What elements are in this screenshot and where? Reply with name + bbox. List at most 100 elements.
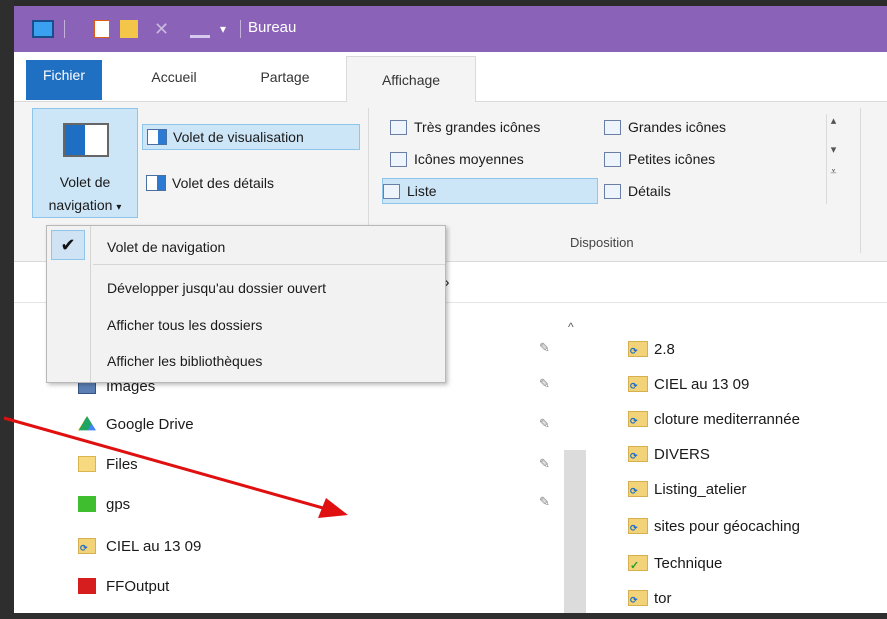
menu-check-column: ✔ bbox=[47, 226, 91, 382]
tab-accueil[interactable]: Accueil bbox=[134, 52, 214, 102]
nav-item-label: CIEL au 13 09 bbox=[106, 537, 202, 555]
layout-large-icons[interactable]: Grandes icônes bbox=[604, 114, 726, 140]
layout-small-icons[interactable]: Petites icônes bbox=[604, 146, 715, 172]
title-bar: ✕ ▾ Bureau bbox=[14, 6, 887, 52]
list-item[interactable]: ⟳ Listing_atelier bbox=[628, 476, 747, 502]
details-pane-button[interactable]: Volet des détails bbox=[142, 170, 322, 196]
sync-folder-icon: ⟳ bbox=[78, 538, 96, 554]
list-item[interactable]: ⟳ 2.8 bbox=[628, 336, 675, 362]
navigation-scrollbar[interactable]: ^ bbox=[564, 320, 586, 613]
nav-item-label: gps bbox=[106, 495, 131, 513]
preview-pane-icon bbox=[147, 129, 167, 145]
layout-label: Détails bbox=[628, 183, 671, 199]
pin-icon[interactable]: ✎ bbox=[539, 494, 550, 510]
pin-icon[interactable]: ✎ bbox=[539, 416, 550, 432]
menu-item-navigation-pane[interactable]: Volet de navigation bbox=[107, 239, 225, 255]
toolbar-separator bbox=[64, 20, 65, 38]
navigation-pane-menu: ✔ Volet de navigation Développer jusqu'a… bbox=[46, 225, 446, 383]
explorer-window: ✕ ▾ Bureau Fichier Accueil Partage Affic… bbox=[14, 6, 887, 613]
scroll-up-icon[interactable]: ▴ bbox=[827, 114, 840, 127]
sync-folder-icon: ⟳ bbox=[628, 376, 648, 392]
menu-item-show-all-folders[interactable]: Afficher tous les dossiers bbox=[107, 317, 262, 333]
pin-icon[interactable]: ✎ bbox=[539, 456, 550, 472]
tab-partage[interactable]: Partage bbox=[242, 52, 328, 102]
list-icon bbox=[383, 183, 400, 199]
customize-quick-access-icon[interactable]: ▾ bbox=[220, 20, 232, 38]
layout-medium-icons[interactable]: Icônes moyennes bbox=[390, 146, 524, 172]
nav-item-files[interactable]: Files bbox=[78, 450, 138, 478]
green-folder-icon bbox=[78, 496, 96, 512]
gallery-expand-icon[interactable]: ⩡ bbox=[827, 166, 840, 179]
list-item[interactable]: ⟳ cloture mediterrannée bbox=[628, 406, 800, 432]
list-item[interactable]: ✓ Technique bbox=[628, 550, 722, 576]
details-icon bbox=[604, 183, 621, 199]
nav-item-ffoutput[interactable]: FFOutput bbox=[78, 572, 169, 600]
navigation-pane-button[interactable]: Volet de navigation ▾ bbox=[32, 108, 138, 218]
menu-separator bbox=[93, 264, 445, 265]
large-icons-icon bbox=[604, 119, 621, 135]
pin-icon[interactable]: ✎ bbox=[539, 340, 550, 356]
delete-icon[interactable]: ✕ bbox=[154, 20, 172, 38]
ribbon-group-separator bbox=[860, 108, 861, 253]
nav-item-google-drive[interactable]: Google Drive bbox=[78, 410, 194, 438]
file-name: CIEL au 13 09 bbox=[654, 375, 750, 393]
list-item[interactable]: ⟳ tor bbox=[628, 585, 672, 611]
scrollbar-thumb[interactable] bbox=[564, 450, 586, 613]
desktop-background-strip bbox=[0, 0, 14, 619]
nav-button-label-2: navigation bbox=[48, 197, 113, 213]
file-name: Listing_atelier bbox=[654, 480, 747, 498]
nav-item-label: Google Drive bbox=[106, 415, 194, 433]
tab-fichier[interactable]: Fichier bbox=[26, 60, 102, 100]
nav-item-label: Files bbox=[106, 455, 138, 473]
properties-icon[interactable] bbox=[94, 20, 110, 38]
list-item[interactable]: ⟳ CIEL au 13 09 bbox=[628, 371, 749, 397]
file-name: tor bbox=[654, 589, 672, 607]
details-pane-label: Volet des détails bbox=[172, 175, 274, 191]
sync-folder-icon: ⟳ bbox=[628, 518, 648, 534]
scroll-down-icon[interactable]: ▾ bbox=[827, 143, 840, 156]
layout-gallery-scroller[interactable]: ▴ ▾ ⩡ bbox=[826, 114, 840, 204]
red-folder-icon bbox=[78, 578, 96, 594]
sync-folder-icon: ⟳ bbox=[628, 341, 648, 357]
file-name: Technique bbox=[654, 554, 723, 572]
layout-label: Icônes moyennes bbox=[414, 151, 524, 167]
layout-group-label: Disposition bbox=[570, 235, 634, 250]
nav-item-ciel[interactable]: ⟳ CIEL au 13 09 bbox=[78, 532, 201, 560]
layout-label: Liste bbox=[407, 183, 437, 199]
menu-item-show-libraries[interactable]: Afficher les bibliothèques bbox=[107, 353, 262, 369]
details-pane-icon bbox=[146, 175, 166, 191]
navigation-pane-icon bbox=[63, 123, 109, 157]
nav-item-label: FFOutput bbox=[106, 577, 170, 595]
sync-folder-icon: ⟳ bbox=[628, 411, 648, 427]
synced-folder-icon: ✓ bbox=[628, 555, 648, 572]
sync-folder-icon: ⟳ bbox=[628, 446, 648, 462]
nav-item-gps[interactable]: gps bbox=[78, 490, 130, 518]
extra-large-icons-icon bbox=[390, 119, 407, 135]
medium-icons-icon bbox=[390, 151, 407, 167]
preview-pane-button[interactable]: Volet de visualisation bbox=[142, 124, 360, 150]
file-list: ⟳ 2.8 ⟳ CIEL au 13 09 ⟳ cloture mediterr… bbox=[586, 304, 887, 613]
list-item[interactable]: ⟳ DIVERS bbox=[628, 441, 710, 467]
layout-label: Grandes icônes bbox=[628, 119, 727, 135]
computer-icon[interactable] bbox=[32, 20, 54, 38]
file-name: DIVERS bbox=[654, 445, 710, 463]
layout-list[interactable]: Liste bbox=[382, 178, 598, 204]
list-item[interactable]: ⟳ sites pour géocaching bbox=[628, 513, 800, 539]
layout-label: Petites icônes bbox=[628, 151, 716, 167]
layout-extra-large-icons[interactable]: Très grandes icônes bbox=[390, 114, 540, 140]
sync-folder-icon: ⟳ bbox=[628, 481, 648, 497]
tab-affichage[interactable]: Affichage bbox=[346, 56, 476, 102]
small-icons-icon bbox=[604, 151, 621, 167]
layout-details[interactable]: Détails bbox=[604, 178, 671, 204]
rename-icon[interactable] bbox=[190, 20, 210, 38]
new-folder-icon[interactable] bbox=[120, 20, 138, 38]
menu-item-expand-to-open-folder[interactable]: Développer jusqu'au dossier ouvert bbox=[107, 280, 326, 296]
folder-icon bbox=[78, 456, 96, 472]
desktop-background-bottom bbox=[0, 613, 887, 619]
scroll-up-icon[interactable]: ^ bbox=[568, 320, 574, 334]
pin-icon[interactable]: ✎ bbox=[539, 376, 550, 392]
google-drive-icon bbox=[78, 416, 96, 431]
window-title: Bureau bbox=[248, 19, 297, 36]
file-name: sites pour géocaching bbox=[654, 517, 800, 535]
layout-gallery: Très grandes icônes Grandes icônes Icône… bbox=[378, 108, 842, 248]
